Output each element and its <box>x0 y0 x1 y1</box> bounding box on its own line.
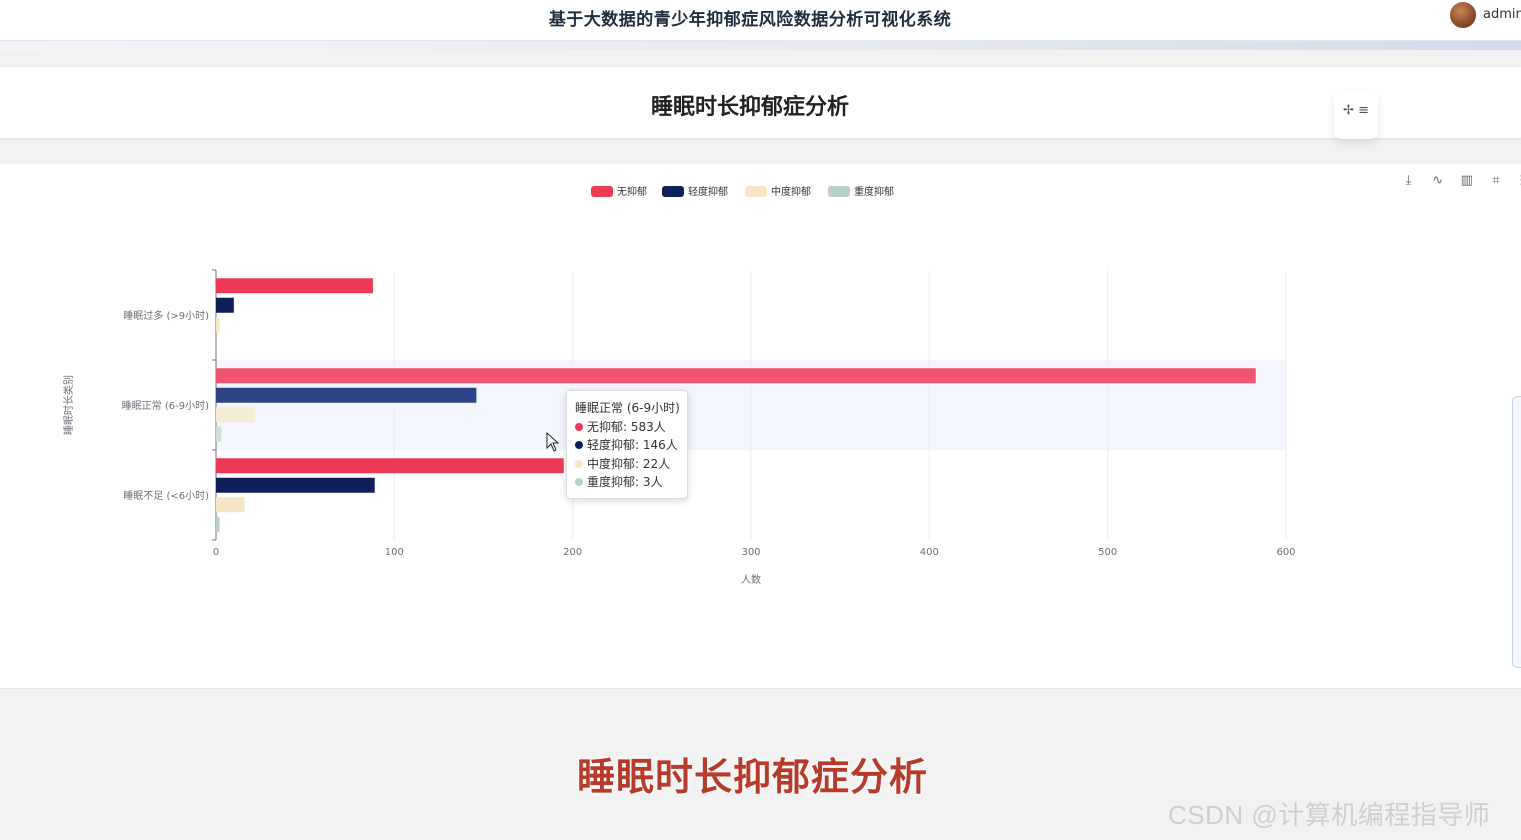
chart-card: ⤓ ∿ ▥ ⌗ ⋮ 0100200300400500600睡眠不足 (<6小时)… <box>0 164 1521 689</box>
x-tick-label: 400 <box>920 547 939 558</box>
legend-swatch <box>828 186 850 197</box>
tooltip-dot-icon <box>575 441 583 449</box>
x-tick-label: 300 <box>741 547 760 558</box>
title-card: 睡眠时长抑郁症分析 ✢ ≡ <box>0 67 1521 139</box>
bar-1 <box>216 297 234 313</box>
y-tick-label: 睡眠正常 (6-9小时) <box>122 399 209 412</box>
system-title: 基于大数据的青少年抑郁症风险数据分析可视化系统 <box>548 10 952 30</box>
legend-label: 中度抑郁 <box>771 185 811 198</box>
bar-0 <box>216 278 373 294</box>
bar-1 <box>216 387 477 403</box>
page-title: 睡眠时长抑郁症分析 <box>650 95 849 120</box>
y-axis-title: 睡眠时长类别 <box>62 375 75 435</box>
video-caption: 睡眠时长抑郁症分析 <box>576 755 928 799</box>
legend-label: 轻度抑郁 <box>688 185 728 198</box>
username[interactable]: admin <box>1483 7 1521 22</box>
bar-3 <box>216 426 222 442</box>
tooltip-title: 睡眠正常 (6-9小时) <box>575 401 680 415</box>
legend-swatch <box>591 186 613 197</box>
legend-swatch <box>662 186 684 197</box>
tooltip-dot-icon <box>575 422 583 431</box>
x-tick-label: 0 <box>213 547 219 558</box>
mouse-cursor-icon <box>546 432 560 452</box>
side-scroll-handle[interactable] <box>1512 396 1521 668</box>
user-avatar-icon[interactable] <box>1450 2 1476 28</box>
bar-2 <box>216 317 220 333</box>
tooltip-label: 中度抑郁: 22人 <box>587 456 671 471</box>
move-menu-button[interactable]: ✢ ≡ <box>1334 91 1378 139</box>
tooltip-dot-icon <box>575 459 583 468</box>
top-bar: 基于大数据的青少年抑郁症风险数据分析可视化系统 admin <box>0 0 1521 41</box>
top-bar-shadow <box>0 41 1521 50</box>
x-tick-label: 600 <box>1276 547 1295 558</box>
legend-label: 无抑郁 <box>617 185 647 198</box>
tooltip-label: 重度抑郁: 3人 <box>587 475 663 489</box>
bar-0 <box>216 368 1256 384</box>
tooltip-row: 中度抑郁: 22人 <box>575 455 679 474</box>
bar-2 <box>216 497 245 513</box>
sleep-depression-chart: 0 100 200 300 400 500 600 睡眠不足 (<6小时) 睡眠正常 (6-9小… <box>62 185 1296 586</box>
x-tick-label: 200 <box>563 547 582 558</box>
watermark: CSDN @计算机编程指导师 <box>1168 800 1491 830</box>
tooltip-row: 重度抑郁: 3人 <box>575 473 679 492</box>
tooltip-dot-icon <box>575 478 583 486</box>
y-tick-label: 睡眠不足 (<6小时) <box>123 489 209 502</box>
tooltip-label: 轻度抑郁: 146人 <box>587 438 678 452</box>
menu-icon[interactable]: ≡ <box>1358 103 1369 118</box>
legend-swatch <box>745 186 767 197</box>
chart-tooltip: 睡眠正常 (6-9小时) 无抑郁: 583人 轻度抑郁: 146人 中度抑郁: 22… <box>566 390 688 499</box>
x-tick-label: 500 <box>1098 547 1117 558</box>
bar-2 <box>216 407 256 423</box>
bar-0 <box>216 458 564 474</box>
tooltip-label: 无抑郁: 583人 <box>587 419 666 434</box>
tooltip-row: 轻度抑郁: 146人 <box>575 436 679 455</box>
x-tick-label: 100 <box>385 547 404 558</box>
bar-1 <box>216 477 375 493</box>
move-icon[interactable]: ✢ <box>1343 103 1354 118</box>
legend-label: 重度抑郁 <box>854 185 894 198</box>
x-axis-title: 人数 <box>741 573 761 586</box>
tooltip-row: 无抑郁: 583人 <box>575 418 679 437</box>
y-tick-label: 睡眠过多 (>9小时) <box>123 309 209 322</box>
bar-3 <box>216 516 220 532</box>
